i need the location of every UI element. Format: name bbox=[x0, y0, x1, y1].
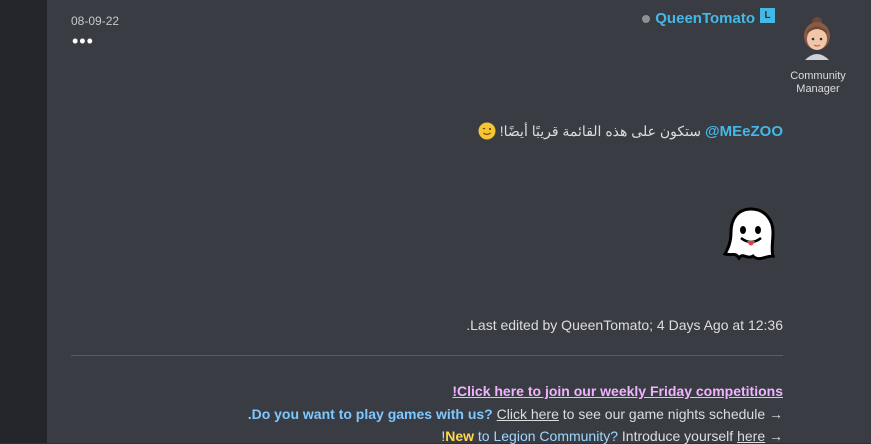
game-nights-rest: to see our game nights schedule → bbox=[562, 406, 783, 422]
author-role: Community Manager bbox=[790, 70, 846, 95]
intro-community: to Legion Community? bbox=[477, 428, 618, 444]
arrow-icon: → bbox=[769, 428, 783, 444]
intro-here-link[interactable]: here bbox=[737, 428, 765, 444]
intro-new: New bbox=[445, 428, 475, 444]
post-date: 08-09-22 bbox=[71, 14, 120, 28]
post-message: @MEeZOO ستكون على هذه القائمة قريبًا أيض… bbox=[478, 122, 783, 140]
left-rail bbox=[0, 0, 47, 443]
post-author: QueenTomato L bbox=[642, 8, 775, 27]
avatar[interactable] bbox=[795, 12, 839, 60]
user-mention[interactable]: @MEeZOO bbox=[705, 123, 783, 140]
message-text: ستكون على هذه القائمة قريبًا أيضًا! bbox=[499, 122, 702, 139]
competitions-link[interactable]: !Click here to join our weekly Friday co… bbox=[452, 383, 783, 399]
ghost-emoji-icon bbox=[723, 207, 776, 261]
game-nights-link[interactable]: Click here bbox=[497, 406, 559, 422]
author-badge: L bbox=[760, 8, 775, 23]
intro-text: Introduce yourself bbox=[621, 428, 734, 444]
status-dot-icon bbox=[642, 14, 651, 23]
game-nights-line: .Do you want to play games with us? Clic… bbox=[248, 406, 783, 422]
wink-emoji-icon bbox=[478, 122, 496, 140]
edit-notice: .Last edited by QueenTomato; 4 Days Ago … bbox=[466, 317, 783, 333]
game-nights-question: .Do you want to play games with us? bbox=[247, 406, 493, 422]
signature-divider bbox=[71, 355, 783, 356]
forum-post: 08-09-22 ••• QueenTomato L Community Man… bbox=[47, 0, 871, 444]
more-options-icon[interactable]: ••• bbox=[72, 32, 94, 50]
author-name[interactable]: QueenTomato bbox=[655, 10, 755, 27]
intro-line: !New to Legion Community? Introduce your… bbox=[441, 428, 783, 444]
